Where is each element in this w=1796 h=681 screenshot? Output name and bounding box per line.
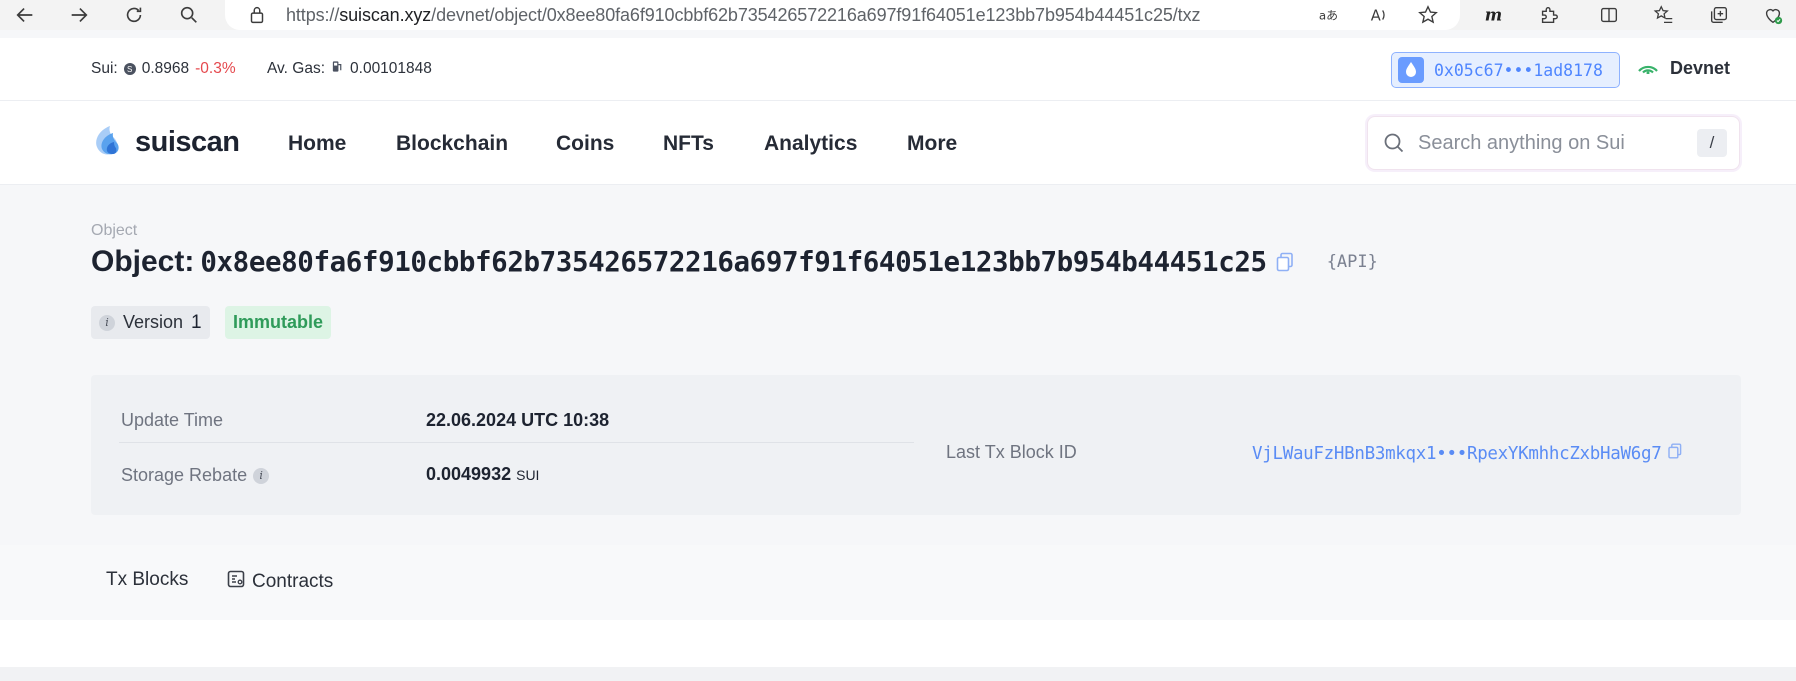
sui-price-label: Sui: [91,60,118,77]
suiscan-logo-icon [91,121,129,164]
url-prefix: https:// [286,5,340,25]
read-aloud-icon[interactable]: A [1366,2,1392,28]
nav-coins[interactable]: Coins [556,132,614,156]
nav-analytics[interactable]: Analytics [764,132,857,156]
nav-nfts[interactable]: NFTs [663,132,714,156]
gas-stat: Av. Gas: 0.00101848 [267,60,432,78]
address-bar[interactable]: https://suiscan.xyz/devnet/object/0x8ee8… [225,0,1460,30]
svg-text:m: m [1485,6,1502,25]
tab-contracts[interactable]: Contracts [226,569,333,595]
network-selector[interactable]: Devnet [1636,58,1730,79]
search-shortcut-key: / [1697,129,1727,157]
details-divider [119,442,914,443]
url-text[interactable]: https://suiscan.xyz/devnet/object/0x8ee8… [286,5,1200,26]
storage-rebate-amount: 0.0049932 [426,464,512,484]
info-icon[interactable]: i [99,314,115,331]
sui-price-value: 0.8968 [141,60,190,77]
browser-essentials-icon[interactable] [1760,2,1786,28]
storage-rebate-unit: SUI [516,467,540,483]
status-badge: Immutable [225,306,332,339]
extensions-puzzle-icon[interactable] [1536,2,1562,28]
sui-price-stat: Sui: S 0.8968 -0.3% [91,60,236,78]
copy-icon[interactable] [1275,251,1295,273]
nav-home[interactable]: Home [288,132,346,156]
sui-price-change: -0.3% [195,60,236,77]
page-bottom [0,667,1796,681]
nav-more[interactable]: More [907,132,957,156]
tab-tx-blocks[interactable]: Tx Blocks [106,569,188,591]
last-tx-link[interactable]: VjLWauFzHBnB3mkqx1•••RpexYKmhhcZxbHaW6g7 [1252,442,1683,465]
sui-coin-icon: S [123,63,136,75]
api-link[interactable]: {API} [1327,252,1378,272]
gas-pump-icon [331,60,344,78]
lock-icon[interactable] [244,2,270,28]
object-id: 0x8ee80fa6f910cbbf62b735426572216a697f91… [200,246,1267,278]
url-path: /devnet/object/0x8ee80fa6f910cbbf62b7354… [431,5,1201,25]
version-value: 1 [191,311,202,333]
search-icon[interactable] [176,2,202,28]
update-time-value: 22.06.2024 UTC 10:38 [426,410,610,430]
svg-text:aあ: aあ [1319,9,1338,23]
favorite-star-icon[interactable] [1415,2,1441,28]
search-icon [1382,131,1406,155]
reload-icon[interactable] [121,2,147,28]
update-time-label: Update Time [121,410,224,430]
gas-value: 0.00101848 [350,60,432,77]
browser-toolbar: https://suiscan.xyz/devnet/object/0x8ee8… [0,0,1796,30]
page-title-label: Object: [91,245,195,278]
suiscan-logo[interactable]: suiscan [91,121,240,164]
contract-icon [226,569,246,595]
object-details-card: Update Time 22.06.2024 UTC 10:38 Storage… [91,375,1741,515]
m-extension-icon[interactable]: m [1480,2,1506,28]
last-tx-value[interactable]: VjLWauFzHBnB3mkqx1•••RpexYKmhhcZxbHaW6g7 [1252,444,1662,464]
translate-icon[interactable]: aあ [1315,2,1341,28]
nav-blockchain[interactable]: Blockchain [396,132,508,156]
wallet-address: 0x05c67•••1ad8178 [1434,60,1603,80]
signal-icon [1636,58,1660,79]
search-input[interactable]: Search anything on Sui [1418,132,1625,155]
object-tabs: Tx Blocks Contracts [0,545,1796,620]
suiscan-logo-text: suiscan [135,126,240,158]
breadcrumb[interactable]: Object [91,222,137,240]
back-icon[interactable] [12,2,38,28]
search-bar[interactable]: Search anything on Sui / [1367,116,1740,170]
forward-icon[interactable] [66,2,92,28]
storage-rebate-label: Storage Rebate i [121,465,270,486]
page-title: Object: 0x8ee80fa6f910cbbf62b73542657221… [91,245,1378,279]
version-badge: i Version 1 [91,306,210,339]
version-label: Version [123,312,184,332]
sui-drop-icon [1398,57,1424,83]
storage-rebate-label-text: Storage Rebate [121,465,248,485]
split-screen-icon[interactable] [1596,2,1622,28]
collections-icon[interactable] [1706,2,1732,28]
network-label: Devnet [1670,58,1731,78]
last-tx-label: Last Tx Block ID [946,442,1077,462]
favorites-list-icon[interactable] [1651,2,1677,28]
gas-label: Av. Gas: [267,60,326,77]
content-footer [0,620,1796,667]
copy-icon[interactable] [1667,442,1683,465]
svg-text:A: A [1371,8,1381,25]
tab-contracts-label: Contracts [252,571,334,592]
url-host: suiscan.xyz [339,5,432,25]
wallet-button[interactable]: 0x05c67•••1ad8178 [1391,52,1620,88]
storage-rebate-value: 0.0049932 SUI [426,464,539,485]
info-icon[interactable]: i [253,467,270,484]
